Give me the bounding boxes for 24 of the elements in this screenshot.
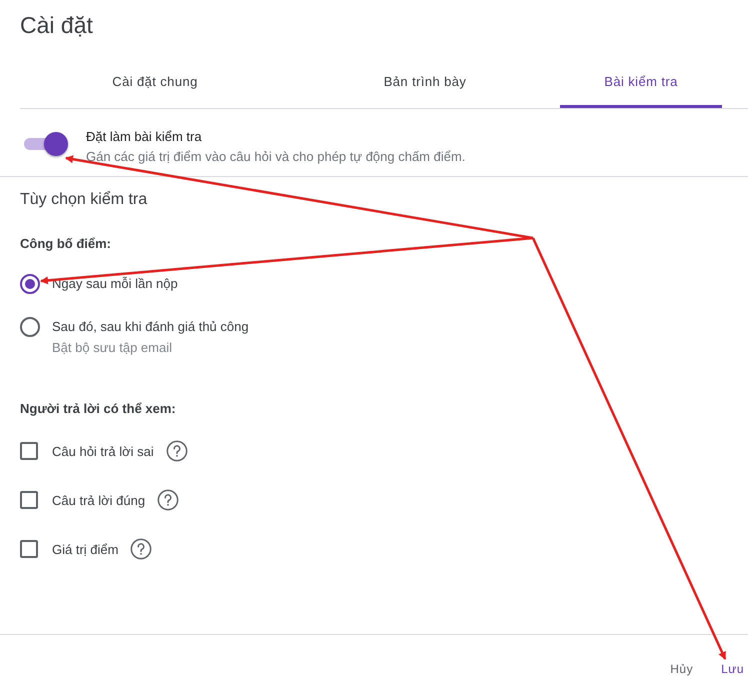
save-button[interactable]: Lưu	[717, 660, 748, 678]
checkbox[interactable]	[20, 442, 38, 460]
tab[interactable]: Cài đặt chung	[20, 52, 290, 108]
tab[interactable]: Bản trình bày	[290, 52, 560, 108]
option-label: Sau đó, sau khi đánh giá thủ công	[52, 319, 249, 334]
group-label: Công bố điểm:	[20, 236, 112, 251]
help-icon[interactable]	[166, 440, 188, 462]
option-label: Câu trả lời đúng	[52, 492, 146, 508]
help-icon[interactable]	[157, 489, 180, 511]
radio-button[interactable]	[20, 274, 40, 294]
option-label: Giá trị điểm	[52, 542, 118, 556]
cancel-button[interactable]: Hủy	[666, 660, 698, 678]
group-label: Người trả lời có thể xem:	[20, 401, 177, 416]
help-icon[interactable]	[130, 538, 152, 560]
toggle-label: Đặt làm bài kiểm tra	[86, 129, 203, 144]
section-title: Tùy chọn kiểm tra	[20, 191, 148, 209]
checkbox[interactable]	[20, 540, 38, 558]
option-label: Câu hỏi trả lời sai	[52, 444, 154, 458]
dialog-title: Cài đặt	[19, 11, 94, 40]
toggle-description: Gán các giá trị điểm vào câu hỏi và cho phép tự động chấm điểm.	[86, 149, 466, 164]
tab[interactable]: Bài kiểm tra	[560, 52, 722, 108]
checkbox[interactable]	[20, 491, 38, 509]
radio-button[interactable]	[20, 317, 40, 337]
option-sublabel: Bật bộ sưu tập email	[52, 340, 173, 355]
